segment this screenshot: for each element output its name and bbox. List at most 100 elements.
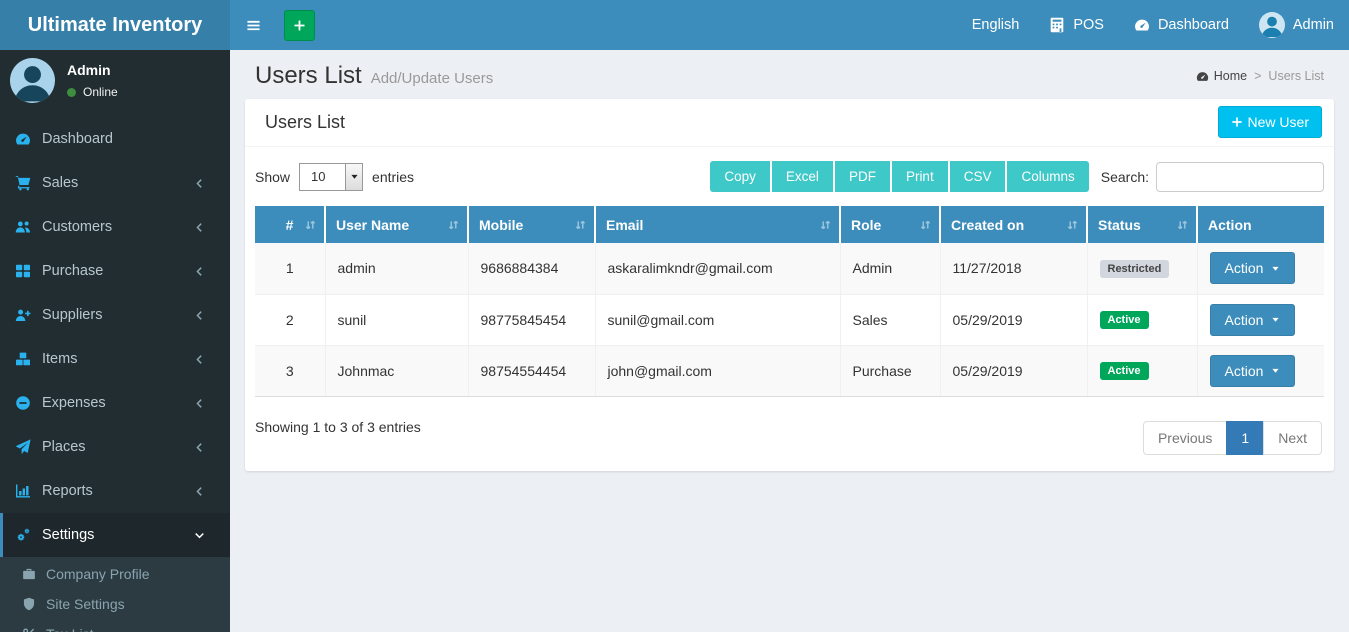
entries-label: entries xyxy=(372,169,414,185)
chevron-left-icon xyxy=(194,354,205,365)
nav-pos[interactable]: POS xyxy=(1034,0,1119,50)
user-avatar xyxy=(10,58,55,103)
gears-icon xyxy=(15,527,31,543)
cell-status: Restricted xyxy=(1087,243,1197,294)
cell-status: Active xyxy=(1087,345,1197,396)
export-button-excel[interactable]: Excel xyxy=(772,161,833,192)
export-button-copy[interactable]: Copy xyxy=(710,161,770,192)
sidebar-item-settings[interactable]: Settings xyxy=(0,513,230,557)
submenu-item-label: Site Settings xyxy=(46,596,125,612)
chevron-left-icon xyxy=(194,222,205,233)
table-footer: Showing 1 to 3 of 3 entries Previous1Nex… xyxy=(255,411,1324,455)
cell-role: Admin xyxy=(840,243,940,294)
sort-icon xyxy=(1176,218,1189,231)
column-header-num[interactable]: # xyxy=(255,206,325,243)
quick-add-button[interactable] xyxy=(284,10,315,41)
nav-user-menu[interactable]: Admin xyxy=(1244,0,1349,50)
column-header-email[interactable]: Email xyxy=(595,206,840,243)
top-bar: Ultimate Inventory English POS Dashboard… xyxy=(0,0,1349,50)
user-status[interactable]: Online xyxy=(67,85,118,99)
cell-num: 2 xyxy=(255,294,325,345)
content-area: Users ListAdd/Update Users Home > Users … xyxy=(230,50,1349,632)
action-dropdown-button[interactable]: Action xyxy=(1210,252,1296,284)
table-row: 3Johnmac98754554454john@gmail.comPurchas… xyxy=(255,345,1324,396)
sidebar-item-places[interactable]: Places xyxy=(0,425,230,469)
dashboard-icon xyxy=(1134,17,1150,33)
nav-pos-label: POS xyxy=(1073,17,1104,33)
caret-down-icon xyxy=(1271,264,1280,273)
column-header-role[interactable]: Role xyxy=(840,206,940,243)
sort-icon xyxy=(574,218,587,231)
caret-down-icon xyxy=(1271,366,1280,375)
cell-status: Active xyxy=(1087,294,1197,345)
page-length-value: 10 xyxy=(300,164,345,190)
sidebar-item-customers[interactable]: Customers xyxy=(0,205,230,249)
sort-icon xyxy=(304,218,317,231)
sidebar-item-dashboard[interactable]: Dashboard xyxy=(0,117,230,161)
action-button-label: Action xyxy=(1225,363,1264,379)
app-logo[interactable]: Ultimate Inventory xyxy=(0,0,230,50)
action-button-label: Action xyxy=(1225,312,1264,328)
breadcrumb-home-label: Home xyxy=(1214,69,1247,83)
nav-dashboard[interactable]: Dashboard xyxy=(1119,0,1244,50)
nav-dashboard-label: Dashboard xyxy=(1158,17,1229,33)
online-dot-icon xyxy=(67,88,76,97)
sidebar-item-label: Sales xyxy=(42,175,78,191)
calculator-icon xyxy=(1049,17,1065,33)
sidebar-item-reports[interactable]: Reports xyxy=(0,469,230,513)
column-header-status[interactable]: Status xyxy=(1087,206,1197,243)
export-button-pdf[interactable]: PDF xyxy=(835,161,890,192)
column-header-user-name[interactable]: User Name xyxy=(325,206,468,243)
briefcase-icon xyxy=(22,567,36,581)
sidebar-subitem-site-settings[interactable]: Site Settings xyxy=(0,589,230,619)
breadcrumb-home[interactable]: Home xyxy=(1196,69,1247,83)
cell-email: sunil@gmail.com xyxy=(595,294,840,345)
export-button-print[interactable]: Print xyxy=(892,161,948,192)
action-dropdown-button[interactable]: Action xyxy=(1210,355,1296,387)
user-status-label: Online xyxy=(83,85,118,99)
sidebar-item-sales[interactable]: Sales xyxy=(0,161,230,205)
bar-chart-icon xyxy=(15,483,31,499)
cart-icon xyxy=(15,175,31,191)
sidebar-item-items[interactable]: Items xyxy=(0,337,230,381)
pagination-next[interactable]: Next xyxy=(1263,421,1322,455)
table-header-row: #User NameMobile Email Role Created on Statu… xyxy=(255,206,1324,243)
cell-num: 3 xyxy=(255,345,325,396)
cell-created-on: 05/29/2019 xyxy=(940,294,1087,345)
export-button-csv[interactable]: CSV xyxy=(950,161,1006,192)
sidebar-subitem-tax-list[interactable]: Tax List xyxy=(0,619,230,632)
sidebar-item-expenses[interactable]: Expenses xyxy=(0,381,230,425)
navbar: English POS Dashboard Admin xyxy=(230,0,1349,50)
breadcrumb-current: Users List xyxy=(1268,69,1324,83)
column-header-label: Action xyxy=(1208,217,1252,233)
avatar xyxy=(1259,12,1285,38)
sort-icon xyxy=(1066,218,1079,231)
export-button-columns[interactable]: Columns xyxy=(1007,161,1088,192)
sidebar-item-label: Purchase xyxy=(42,263,103,279)
caret-down-icon xyxy=(1271,315,1280,324)
sidebar-item-label: Suppliers xyxy=(42,307,102,323)
column-header-label: Created on xyxy=(951,217,1024,233)
sidebar-toggle-icon[interactable] xyxy=(230,0,276,50)
new-user-button[interactable]: New User xyxy=(1218,106,1322,138)
submenu-item-label: Tax List xyxy=(46,626,93,632)
action-dropdown-button[interactable]: Action xyxy=(1210,304,1296,336)
sort-icon xyxy=(447,218,460,231)
sidebar-item-suppliers[interactable]: Suppliers xyxy=(0,293,230,337)
pagination-previous[interactable]: Previous xyxy=(1143,421,1227,455)
column-header-created-on[interactable]: Created on xyxy=(940,206,1087,243)
cell-action: Action xyxy=(1197,243,1324,294)
user-plus-icon xyxy=(15,307,31,323)
column-header-mobile[interactable]: Mobile xyxy=(468,206,595,243)
table-body: 1admin9686884384askaralimkndr@gmail.comA… xyxy=(255,243,1324,396)
sidebar-submenu: Company Profile Site Settings Tax List xyxy=(0,557,230,632)
cell-mobile: 9686884384 xyxy=(468,243,595,294)
sidebar-item-purchase[interactable]: Purchase xyxy=(0,249,230,293)
search-input[interactable] xyxy=(1156,162,1324,192)
page-length-select[interactable]: 10 xyxy=(299,163,363,191)
column-header-label: Email xyxy=(606,217,643,233)
pagination-page-1[interactable]: 1 xyxy=(1226,421,1264,455)
nav-language[interactable]: English xyxy=(957,0,1035,50)
sidebar-subitem-company-profile[interactable]: Company Profile xyxy=(0,559,230,589)
users-list-panel: Users List New User Show 10 entries Copy… xyxy=(245,99,1334,471)
